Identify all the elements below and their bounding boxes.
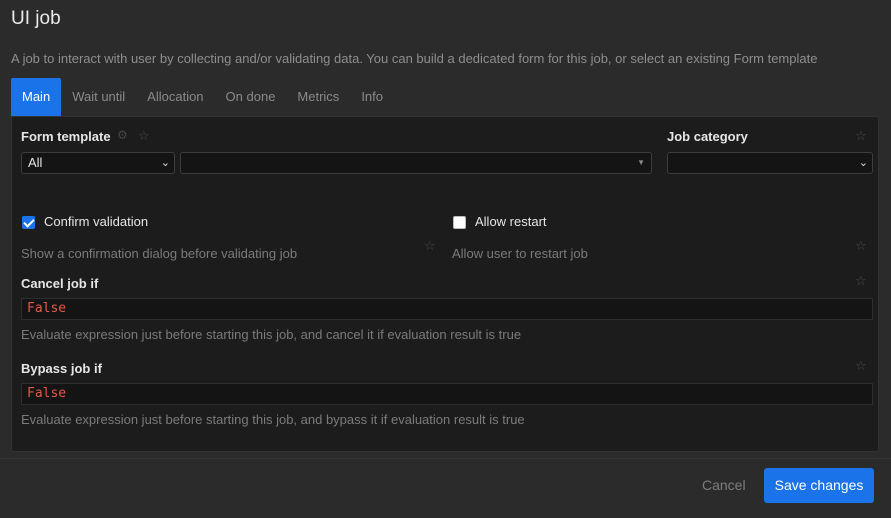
star-icon[interactable]: ☆	[855, 129, 867, 142]
confirm-validation-help: Show a confirmation dialog before valida…	[21, 246, 298, 261]
gear-icon[interactable]: ⚙	[117, 129, 128, 141]
cancel-job-if-input[interactable]: False	[21, 298, 873, 320]
star-icon[interactable]: ☆	[855, 239, 867, 252]
tab-bar: Main Wait until Allocation On done Metri…	[11, 78, 394, 116]
dialog-subtitle: A job to interact with user by collectin…	[11, 51, 818, 66]
tab-info[interactable]: Info	[350, 78, 394, 116]
cancel-job-if-label: Cancel job if	[21, 276, 99, 291]
bypass-job-if-help: Evaluate expression just before starting…	[21, 412, 525, 427]
chevron-down-icon: ⌄	[160, 157, 170, 169]
cancel-button[interactable]: Cancel	[702, 477, 746, 493]
form-template-select[interactable]: ▼	[180, 152, 652, 174]
form-template-filter-value: All	[28, 155, 43, 170]
allow-restart-label: Allow restart	[475, 214, 547, 229]
star-icon[interactable]: ☆	[424, 239, 436, 252]
bypass-job-if-label: Bypass job if	[21, 361, 102, 376]
tab-allocation[interactable]: Allocation	[136, 78, 214, 116]
job-category-select[interactable]: ⌄	[667, 152, 873, 174]
allow-restart-checkbox[interactable]	[453, 216, 466, 229]
save-changes-button[interactable]: Save changes	[764, 468, 874, 503]
chevron-down-icon: ⌄	[858, 157, 868, 169]
dialog-title: UI job	[11, 8, 61, 29]
bypass-job-if-input[interactable]: False	[21, 383, 873, 405]
caret-down-icon: ▼	[637, 158, 645, 167]
tab-wait-until[interactable]: Wait until	[61, 78, 136, 116]
allow-restart-help: Allow user to restart job	[452, 246, 588, 261]
tab-main[interactable]: Main	[11, 78, 62, 116]
form-template-label: Form template	[21, 129, 111, 144]
job-category-label: Job category	[667, 129, 748, 144]
star-icon[interactable]: ☆	[855, 359, 867, 372]
main-tab-panel: Form template ⚙ ☆ All ⌄ ▼ Job category ☆…	[11, 116, 879, 452]
confirm-validation-checkbox[interactable]	[22, 216, 35, 229]
footer-divider	[0, 458, 891, 459]
confirm-validation-label: Confirm validation	[44, 214, 149, 229]
form-template-filter-select[interactable]: All ⌄	[21, 152, 175, 174]
cancel-job-if-help: Evaluate expression just before starting…	[21, 327, 522, 342]
star-icon[interactable]: ☆	[138, 129, 150, 142]
tab-on-done[interactable]: On done	[215, 78, 287, 116]
star-icon[interactable]: ☆	[855, 274, 867, 287]
tab-metrics[interactable]: Metrics	[286, 78, 350, 116]
